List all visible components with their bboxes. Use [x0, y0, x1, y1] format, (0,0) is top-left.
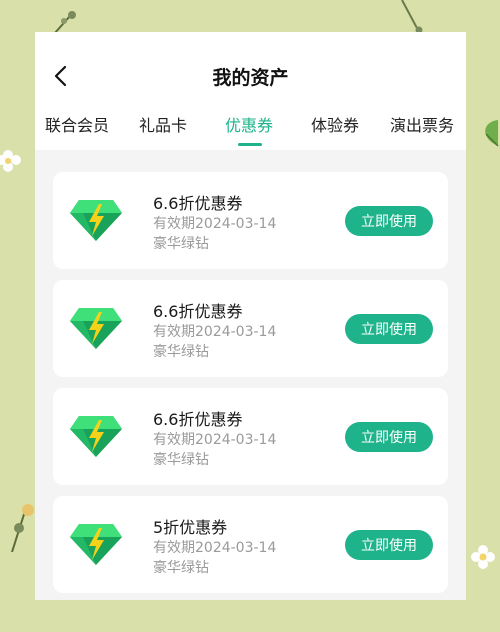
coupon-expiry: 有效期2024-03-14	[153, 540, 277, 556]
coupon-card: 5折优惠券 有效期2024-03-14 豪华绿钻 立即使用	[53, 496, 448, 593]
coupon-subtitle: 豪华绿钻	[153, 236, 209, 252]
page-header: 我的资产 联合会员 礼品卡 优惠券 体验券 演出票务	[35, 32, 466, 150]
coupon-title: 6.6折优惠券	[153, 410, 243, 429]
sprig-decoration-icon	[401, 0, 423, 34]
coupon-expiry: 有效期2024-03-14	[153, 324, 277, 340]
use-now-button[interactable]: 立即使用	[345, 314, 433, 344]
tab-gift-card[interactable]: 礼品卡	[139, 112, 187, 136]
coupon-title: 5折优惠券	[153, 518, 228, 537]
use-now-button[interactable]: 立即使用	[345, 422, 433, 452]
page-title: 我的资产	[212, 67, 289, 89]
flower-decoration-icon	[471, 545, 495, 569]
tab-coupons[interactable]: 优惠券	[225, 112, 273, 136]
phone-screen: 我的资产 联合会员 礼品卡 优惠券 体验券 演出票务 6.6折优惠券 有效期20…	[35, 32, 466, 600]
coupon-title: 6.6折优惠券	[153, 302, 243, 321]
coupon-card: 6.6折优惠券 有效期2024-03-14 豪华绿钻 立即使用	[53, 388, 448, 485]
green-diamond-icon	[70, 200, 122, 241]
tab-bar: 联合会员 礼品卡 优惠券 体验券 演出票务	[35, 112, 466, 150]
coupon-expiry: 有效期2024-03-14	[153, 216, 277, 232]
coupon-subtitle: 豪华绿钻	[153, 452, 209, 468]
green-diamond-icon	[70, 416, 122, 457]
active-tab-indicator	[238, 143, 262, 146]
tab-joint-membership[interactable]: 联合会员	[45, 112, 109, 136]
coupon-subtitle: 豪华绿钻	[153, 560, 209, 576]
coupon-card: 6.6折优惠券 有效期2024-03-14 豪华绿钻 立即使用	[53, 280, 448, 377]
green-diamond-icon	[70, 308, 122, 349]
use-now-button[interactable]: 立即使用	[345, 206, 433, 236]
tab-trial-vouchers[interactable]: 体验券	[311, 112, 359, 136]
coupon-card: 6.6折优惠券 有效期2024-03-14 豪华绿钻 立即使用	[53, 172, 448, 269]
use-now-button[interactable]: 立即使用	[345, 530, 433, 560]
green-diamond-icon	[70, 524, 122, 565]
coupon-subtitle: 豪华绿钻	[153, 344, 209, 360]
coupon-title: 6.6折优惠券	[153, 194, 243, 213]
coupon-expiry: 有效期2024-03-14	[153, 432, 277, 448]
leaf-decoration-icon	[485, 120, 499, 147]
flower-decoration-icon	[0, 150, 21, 172]
tab-show-tickets[interactable]: 演出票务	[390, 112, 454, 136]
